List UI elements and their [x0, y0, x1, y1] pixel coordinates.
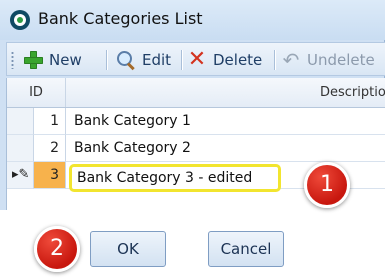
red-x-icon: ✕ — [187, 47, 207, 72]
column-header-id[interactable]: ID — [7, 78, 66, 107]
callout-badge-1: 1 — [304, 162, 350, 208]
toolbar-grip[interactable] — [11, 51, 14, 69]
new-button[interactable]: New — [23, 48, 82, 72]
toolbar-separator — [106, 50, 107, 70]
table-row[interactable]: 2 Bank Category 2 — [7, 135, 385, 162]
column-header-description[interactable]: Description — [320, 78, 385, 107]
undo-arrow-icon: ↶ — [282, 48, 300, 72]
edit-button[interactable]: Edit — [116, 48, 171, 72]
table-row[interactable]: 1 Bank Category 1 — [7, 108, 385, 135]
delete-button[interactable]: ✕ Delete — [187, 47, 263, 72]
window-title: Bank Categories List — [38, 9, 203, 28]
delete-button-label: Delete — [213, 51, 263, 69]
callout-badge-2: 2 — [34, 226, 80, 272]
edit-button-label: Edit — [142, 51, 172, 69]
toolbar-separator — [181, 50, 182, 70]
row-description-cell[interactable]: Bank Category 2 — [66, 135, 385, 162]
grid-header: ID Description — [7, 78, 385, 108]
undelete-button[interactable]: ↶ Undelete — [281, 48, 375, 72]
app-logo-icon — [10, 10, 30, 30]
toolbar: New Edit ✕ Delete ↶ Undelete — [6, 42, 385, 76]
row-id-cell: 1 — [34, 108, 66, 135]
row-indicator[interactable] — [7, 108, 34, 135]
edit-pencil-icon: ▸✎ — [12, 167, 30, 182]
undelete-button-label: Undelete — [307, 51, 375, 69]
plus-icon — [23, 50, 43, 70]
new-button-label: New — [49, 51, 82, 69]
ok-button[interactable]: OK — [90, 231, 166, 267]
toolbar-separator — [274, 50, 275, 70]
row-id-cell: 2 — [34, 135, 66, 162]
magnifier-icon — [116, 50, 136, 70]
row-id-cell: 3 — [34, 162, 66, 189]
row-indicator[interactable]: ▸✎ — [7, 162, 34, 189]
cancel-button[interactable]: Cancel — [208, 231, 284, 267]
row-indicator[interactable] — [7, 135, 34, 162]
row-description-cell[interactable]: Bank Category 1 — [66, 108, 385, 135]
title-bar: Bank Categories List — [0, 0, 385, 40]
description-edit-field[interactable]: Bank Category 3 - edited — [69, 164, 281, 192]
